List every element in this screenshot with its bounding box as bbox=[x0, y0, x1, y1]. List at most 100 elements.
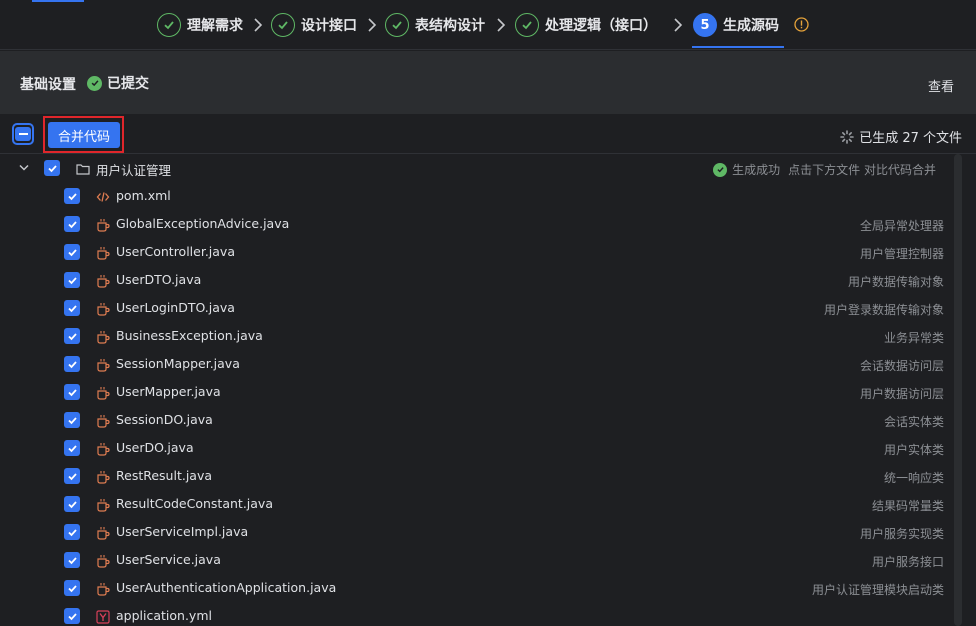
file-description: 用户实体类 bbox=[883, 443, 944, 457]
chevron-down-icon[interactable] bbox=[18, 163, 30, 173]
file-row[interactable]: SessionMapper.java 会话数据访问层 bbox=[0, 350, 960, 378]
step-1[interactable]: 理解需求 bbox=[157, 12, 243, 38]
step-4[interactable]: 处理逻辑（接口） bbox=[515, 12, 657, 38]
file-checkbox[interactable] bbox=[64, 440, 80, 456]
file-row[interactable]: application.yml bbox=[0, 602, 960, 626]
file-checkbox[interactable] bbox=[64, 552, 80, 568]
file-row[interactable]: UserMapper.java 用户数据访问层 bbox=[0, 378, 960, 406]
java-icon bbox=[96, 217, 110, 232]
file-description: 结果码常量类 bbox=[871, 499, 944, 513]
file-name[interactable]: RestResult.java bbox=[116, 468, 212, 483]
file-checkbox[interactable] bbox=[64, 300, 80, 316]
step-label: 理解需求 bbox=[187, 18, 243, 34]
file-row[interactable]: pom.xml bbox=[0, 182, 960, 210]
java-icon bbox=[96, 553, 110, 568]
file-checkbox[interactable] bbox=[64, 188, 80, 204]
chevron-right-icon bbox=[254, 18, 263, 32]
file-row[interactable]: SessionDO.java 会话实体类 bbox=[0, 406, 960, 434]
file-checkbox[interactable] bbox=[64, 216, 80, 232]
step-3[interactable]: 表结构设计 bbox=[385, 12, 485, 38]
file-name[interactable]: GlobalExceptionAdvice.java bbox=[116, 216, 289, 231]
step-label: 设计接口 bbox=[301, 18, 357, 34]
file-description: 用户服务实现类 bbox=[859, 527, 944, 541]
info-icon[interactable] bbox=[794, 17, 809, 32]
file-name[interactable]: UserLoginDTO.java bbox=[116, 300, 235, 315]
file-description: 会话数据访问层 bbox=[859, 359, 944, 373]
basic-settings-bar: 基础设置 已提交 查看 bbox=[0, 51, 976, 114]
java-icon bbox=[96, 581, 110, 596]
file-name[interactable]: UserAuthenticationApplication.java bbox=[116, 580, 336, 595]
tree-scrollbar[interactable] bbox=[954, 154, 962, 626]
file-checkbox[interactable] bbox=[64, 580, 80, 596]
chevron-right-icon bbox=[674, 18, 683, 32]
file-checkbox[interactable] bbox=[64, 468, 80, 484]
file-name[interactable]: UserDTO.java bbox=[116, 272, 201, 287]
file-row[interactable]: ResultCodeConstant.java 结果码常量类 bbox=[0, 490, 960, 518]
file-row[interactable]: UserController.java 用户管理控制器 bbox=[0, 238, 960, 266]
file-checkbox[interactable] bbox=[64, 496, 80, 512]
settings-title: 基础设置 bbox=[20, 77, 76, 93]
step-2[interactable]: 设计接口 bbox=[271, 12, 357, 38]
file-checkbox[interactable] bbox=[64, 524, 80, 540]
file-name[interactable]: UserController.java bbox=[116, 244, 235, 259]
file-row[interactable]: UserAuthenticationApplication.java 用户认证管理… bbox=[0, 574, 960, 602]
merge-code-button[interactable]: 合并代码 bbox=[48, 122, 120, 148]
java-icon bbox=[96, 441, 110, 456]
file-name[interactable]: BusinessException.java bbox=[116, 328, 263, 343]
file-row[interactable]: UserDTO.java 用户数据传输对象 bbox=[0, 266, 960, 294]
file-description: 用户管理控制器 bbox=[859, 247, 944, 261]
stepper: 理解需求 设计接口 表结构设计 处理逻辑（接口） 5 生成源码 bbox=[0, 0, 976, 50]
check-circle-icon bbox=[157, 13, 181, 37]
step-label: 处理逻辑（接口） bbox=[545, 18, 657, 34]
file-checkbox[interactable] bbox=[64, 356, 80, 372]
file-row[interactable]: UserService.java 用户服务接口 bbox=[0, 546, 960, 574]
view-link[interactable]: 查看 bbox=[928, 76, 954, 95]
file-checkbox[interactable] bbox=[64, 328, 80, 344]
folder-row[interactable]: 用户认证管理 生成成功 点击下方文件 对比代码合并 bbox=[0, 154, 960, 182]
file-name[interactable]: UserServiceImpl.java bbox=[116, 524, 248, 539]
chevron-right-icon bbox=[497, 18, 506, 32]
loading-spinner-icon bbox=[840, 129, 854, 144]
file-checkbox[interactable] bbox=[64, 608, 80, 624]
file-name[interactable]: UserService.java bbox=[116, 552, 221, 567]
file-checkbox[interactable] bbox=[64, 412, 80, 428]
file-checkbox[interactable] bbox=[64, 384, 80, 400]
file-row[interactable]: RestResult.java 统一响应类 bbox=[0, 462, 960, 490]
generated-count-text: 已生成 27 个文件 bbox=[859, 131, 962, 146]
file-description: 统一响应类 bbox=[883, 471, 944, 485]
file-name[interactable]: UserDO.java bbox=[116, 440, 194, 455]
file-name[interactable]: pom.xml bbox=[116, 188, 171, 203]
success-check-icon bbox=[87, 75, 102, 91]
java-icon bbox=[96, 413, 110, 428]
java-icon bbox=[96, 497, 110, 512]
select-all-checkbox[interactable] bbox=[12, 123, 34, 145]
java-icon bbox=[96, 469, 110, 484]
file-name[interactable]: SessionDO.java bbox=[116, 412, 213, 427]
file-row[interactable]: GlobalExceptionAdvice.java 全局异常处理器 bbox=[0, 210, 960, 238]
file-row[interactable]: UserServiceImpl.java 用户服务实现类 bbox=[0, 518, 960, 546]
folder-checkbox[interactable] bbox=[44, 160, 60, 176]
java-icon bbox=[96, 357, 110, 372]
toolbar: 合并代码 已生成 27 个文件 bbox=[0, 114, 976, 154]
check-circle-icon bbox=[515, 13, 539, 37]
file-row[interactable]: BusinessException.java 业务异常类 bbox=[0, 322, 960, 350]
file-description: 会话实体类 bbox=[883, 415, 944, 429]
java-icon bbox=[96, 385, 110, 400]
file-name[interactable]: application.yml bbox=[116, 608, 212, 623]
file-checkbox[interactable] bbox=[64, 272, 80, 288]
xml-icon bbox=[96, 189, 110, 203]
yaml-icon bbox=[96, 609, 110, 624]
file-name[interactable]: UserMapper.java bbox=[116, 384, 221, 399]
file-name[interactable]: SessionMapper.java bbox=[116, 356, 240, 371]
generated-count: 已生成 27 个文件 bbox=[840, 127, 962, 146]
step-5-active[interactable]: 5 生成源码 bbox=[693, 12, 779, 38]
file-row[interactable]: UserDO.java 用户实体类 bbox=[0, 434, 960, 462]
java-icon bbox=[96, 525, 110, 540]
folder-hint-text: 点击下方文件 对比代码合并 bbox=[788, 163, 936, 177]
folder-name: 用户认证管理 bbox=[96, 163, 172, 178]
file-row[interactable]: UserLoginDTO.java 用户登录数据传输对象 bbox=[0, 294, 960, 322]
java-icon bbox=[96, 273, 110, 288]
file-checkbox[interactable] bbox=[64, 244, 80, 260]
file-name[interactable]: ResultCodeConstant.java bbox=[116, 496, 273, 511]
file-description: 用户服务接口 bbox=[871, 555, 944, 569]
